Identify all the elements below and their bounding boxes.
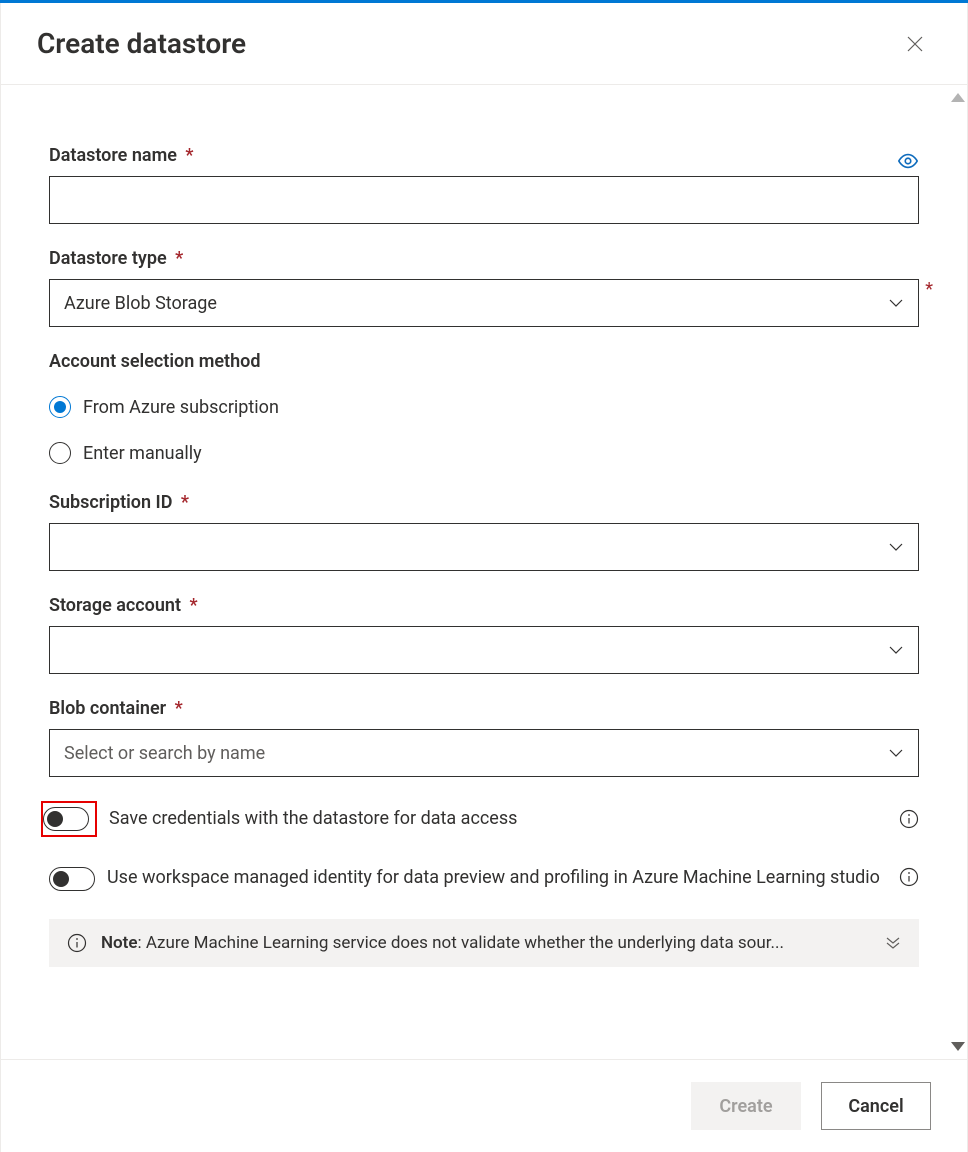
chevron-down-icon	[888, 642, 904, 658]
radio-from-azure-subscription[interactable]: From Azure subscription	[49, 396, 919, 418]
subscription-id-label: Subscription ID *	[49, 492, 189, 513]
datastore-name-label-text: Datastore name	[49, 145, 177, 166]
create-datastore-panel: Create datastore Datastore name *	[0, 3, 968, 1152]
create-button[interactable]: Create	[691, 1082, 801, 1130]
datastore-name-input[interactable]	[49, 176, 919, 224]
datastore-type-select[interactable]: Azure Blob Storage	[49, 279, 919, 327]
radio-enter-manually-label: Enter manually	[83, 443, 202, 464]
chevron-down-icon	[888, 539, 904, 555]
required-marker: *	[190, 595, 198, 616]
panel-body: Datastore name * Datastore type *	[1, 85, 967, 1059]
note-text: Note: Azure Machine Learning service doe…	[101, 933, 871, 953]
storage-account-label-text: Storage account	[49, 595, 181, 616]
blob-container-label-text: Blob container	[49, 698, 166, 719]
note-prefix: Note	[101, 933, 138, 953]
field-account-selection-method: Account selection method From Azure subs…	[49, 351, 919, 464]
radio-outer-icon	[49, 396, 71, 418]
radio-enter-manually[interactable]: Enter manually	[49, 442, 919, 464]
save-credentials-toggle[interactable]	[43, 807, 89, 831]
toggle-row-save-credentials: Save credentials with the datastore for …	[41, 801, 919, 837]
toggle-row-managed-identity: Use workspace managed identity for data …	[49, 865, 919, 891]
info-icon	[67, 933, 87, 953]
eye-icon[interactable]	[897, 150, 919, 172]
blob-container-label: Blob container *	[49, 698, 183, 719]
close-icon	[907, 36, 923, 52]
save-credentials-label: Save credentials with the datastore for …	[109, 806, 887, 832]
info-icon[interactable]	[899, 809, 919, 829]
managed-identity-toggle[interactable]	[49, 867, 95, 891]
radio-inner-icon	[54, 401, 66, 413]
panel-title: Create datastore	[37, 27, 246, 60]
account-selection-method-label: Account selection method	[49, 351, 260, 372]
subscription-id-label-text: Subscription ID	[49, 492, 172, 513]
field-datastore-type: Datastore type * Azure Blob Storage *	[49, 248, 919, 327]
field-subscription-id: Subscription ID *	[49, 492, 919, 571]
datastore-name-label: Datastore name *	[49, 145, 193, 166]
blob-container-select[interactable]: Select or search by name	[49, 729, 919, 777]
blob-container-placeholder: Select or search by name	[64, 743, 265, 764]
required-marker-outside: *	[925, 279, 933, 300]
note-message-bar: Note: Azure Machine Learning service doe…	[49, 919, 919, 967]
required-marker: *	[185, 145, 193, 166]
scroll-down-icon[interactable]	[951, 1042, 965, 1051]
info-icon[interactable]	[899, 867, 919, 887]
storage-account-select[interactable]	[49, 626, 919, 674]
datastore-type-label: Datastore type *	[49, 248, 183, 269]
subscription-id-select[interactable]	[49, 523, 919, 571]
datastore-type-label-text: Datastore type	[49, 248, 167, 269]
datastore-type-value: Azure Blob Storage	[64, 293, 217, 314]
close-button[interactable]	[899, 28, 931, 60]
radio-outer-icon	[49, 442, 71, 464]
account-selection-radio-group: From Azure subscription Enter manually	[49, 396, 919, 464]
chevron-down-icon	[888, 745, 904, 761]
managed-identity-label: Use workspace managed identity for data …	[107, 865, 887, 891]
chevron-down-icon	[888, 295, 904, 311]
note-body: : Azure Machine Learning service does no…	[138, 933, 784, 953]
panel-header: Create datastore	[1, 3, 967, 85]
panel-body-wrap: Datastore name * Datastore type *	[1, 85, 967, 1059]
scroll-up-icon[interactable]	[951, 93, 965, 102]
field-blob-container: Blob container * Select or search by nam…	[49, 698, 919, 777]
required-marker: *	[181, 492, 189, 513]
field-storage-account: Storage account *	[49, 595, 919, 674]
radio-from-azure-subscription-label: From Azure subscription	[83, 397, 279, 418]
cancel-button[interactable]: Cancel	[821, 1082, 931, 1130]
chevron-double-down-icon[interactable]	[885, 935, 901, 951]
field-datastore-name: Datastore name *	[49, 145, 919, 224]
panel-footer: Create Cancel	[1, 1059, 967, 1152]
required-marker: *	[175, 698, 183, 719]
required-marker: *	[175, 248, 183, 269]
storage-account-label: Storage account *	[49, 595, 198, 616]
highlight-box	[41, 801, 97, 837]
